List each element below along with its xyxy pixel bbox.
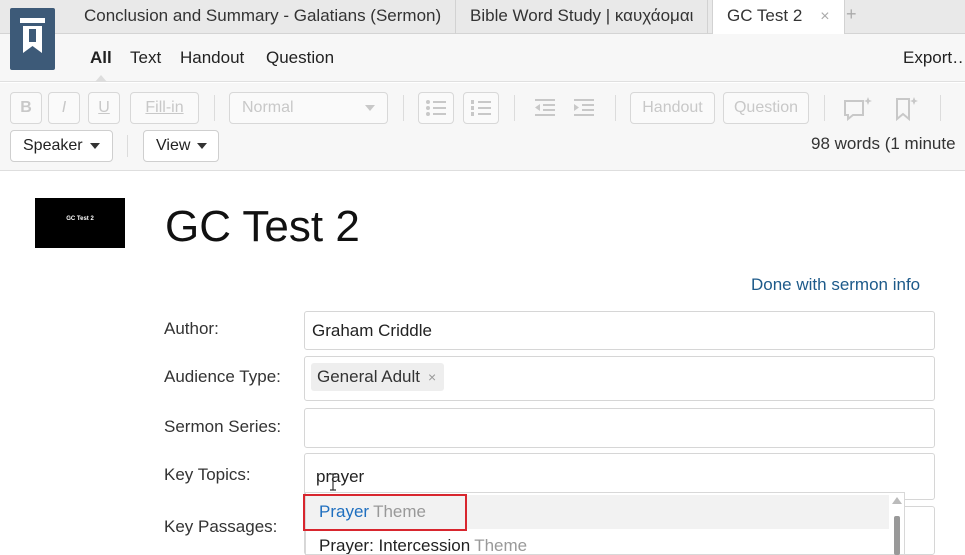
toolbar-divider [824,95,825,121]
question-button[interactable]: Question [723,92,809,124]
view-tab-text[interactable]: Text [130,48,161,68]
paragraph-style-select[interactable]: Normal [229,92,388,124]
audience-chip: General Adult × [311,363,445,391]
italic-button[interactable]: I [48,92,80,124]
suggestion-label: Prayer: Intercession [319,536,471,555]
close-tab-icon[interactable]: × [820,8,829,25]
tab-gc-test-2[interactable]: GC Test 2 × [712,0,845,35]
indent-button[interactable] [572,98,596,123]
speaker-dropdown[interactable]: Speaker [10,130,113,162]
tab-bible-word-study[interactable]: Bible Word Study | καυχάομαι [456,0,709,34]
view-tab-question[interactable]: Question [266,48,334,68]
author-value: Graham Criddle [312,321,432,340]
speaker-label: Speaker [23,137,83,154]
word-count: 98 words (1 minute [811,134,956,153]
tab-label: Bible Word Study | καυχάομαι [470,6,694,25]
numbered-list-button[interactable] [463,92,499,124]
key-topics-value: prayer [316,467,365,486]
outdent-icon [535,99,555,116]
view-dropdown[interactable]: View [143,130,219,162]
indent-icon [574,99,594,116]
author-label: Author: [164,319,219,338]
editor-toolbar: B I U Fill-in Normal Handout Question Sp… [0,83,965,171]
key-passages-label: Key Passages: [164,517,278,536]
highlight-annotation [303,494,467,531]
tab-conclusion-summary[interactable]: Conclusion and Summary - Galatians (Serm… [70,0,457,34]
bookmark-star-icon [896,97,918,122]
sermon-series-field[interactable] [304,408,935,448]
logos-bookmark-icon[interactable] [10,8,55,70]
toolbar-divider [403,95,404,121]
add-slide-button[interactable] [843,95,873,126]
key-topics-label: Key Topics: [164,465,251,484]
done-with-sermon-info-link[interactable]: Done with sermon info [751,275,920,295]
export-button[interactable]: Export… [903,48,965,68]
suggestion-prayer-intercession[interactable]: Prayer: Intercession Theme [306,529,889,555]
numbered-list-icon [471,100,491,116]
suggestion-type: Theme [474,536,528,555]
tab-label: Conclusion and Summary - Galatians (Serm… [84,6,442,25]
toolbar-divider [615,95,616,121]
text-cursor-icon [330,473,336,491]
chevron-down-icon [197,143,208,149]
audience-type-field[interactable]: General Adult × [304,356,935,401]
audience-type-label: Audience Type: [164,367,281,386]
paragraph-style-value: Normal [242,99,294,116]
toolbar-divider [514,95,515,121]
sermon-thumbnail[interactable]: GC Test 2 [35,198,125,248]
sermon-series-label: Sermon Series: [164,417,282,436]
active-view-indicator [95,75,107,82]
thumbnail-title: GC Test 2 [66,216,94,222]
view-tab-all[interactable]: All [90,48,112,68]
tab-label: GC Test 2 [727,6,803,25]
bulleted-list-button[interactable] [418,92,454,124]
audience-chip-label: General Adult [317,367,421,386]
scrollbar-thumb[interactable] [894,516,900,555]
chevron-down-icon [365,105,375,111]
toolbar-divider [127,135,128,157]
chevron-down-icon [89,143,100,149]
author-field[interactable]: Graham Criddle [304,311,935,350]
logo-glyph [20,18,45,53]
add-slide-icon [844,97,872,122]
view-filter-bar: All Text Handout Question Export… [0,34,965,82]
view-tab-handout[interactable]: Handout [180,48,244,68]
toolbar-divider [214,95,215,121]
new-tab-button[interactable]: + [846,4,857,25]
scroll-up-arrow-icon[interactable] [892,497,902,504]
fill-in-button[interactable]: Fill-in [130,92,199,124]
suggestions-scrollbar[interactable] [890,492,905,555]
toolbar-divider [940,95,941,121]
outdent-button[interactable] [533,98,557,123]
bulleted-list-icon [426,100,446,116]
handout-button[interactable]: Handout [630,92,715,124]
underline-button[interactable]: U [88,92,120,124]
bookmark-star-button[interactable] [894,95,920,126]
bold-button[interactable]: B [10,92,42,124]
document-tab-strip: Conclusion and Summary - Galatians (Serm… [0,0,965,35]
view-label: View [156,137,191,154]
page-title[interactable]: GC Test 2 [165,202,360,252]
remove-chip-icon[interactable]: × [428,369,436,385]
